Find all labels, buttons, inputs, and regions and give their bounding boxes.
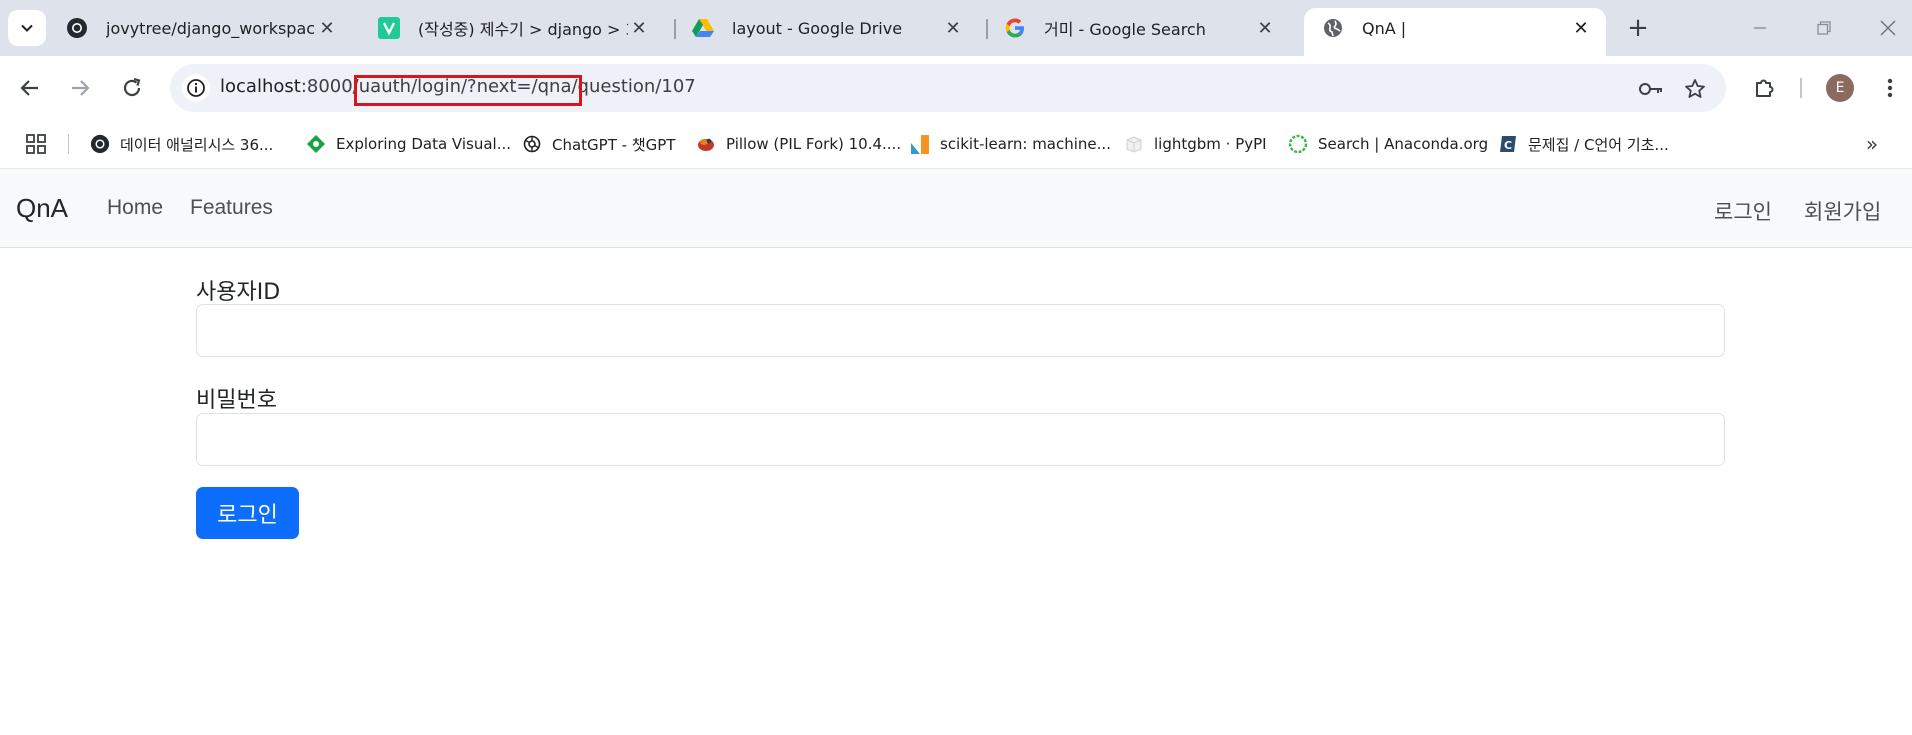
username-label: 사용자ID	[196, 280, 281, 305]
minimize-icon	[1754, 27, 1766, 29]
tab-qna-active[interactable]: QnA | ✕	[1304, 8, 1606, 56]
password-key-icon[interactable]	[1638, 76, 1664, 102]
bookmarks-bar: 데이터 애널리시스 36... Exploring Data Visual...…	[0, 120, 1912, 168]
bookmark-label: lightgbm · PyPI	[1154, 135, 1267, 153]
bookmark-item[interactable]: scikit-learn: machine...	[910, 130, 1111, 158]
new-tab-button[interactable]: +	[1622, 12, 1654, 44]
bookmark-item[interactable]: Pillow (PIL Fork) 10.4....	[696, 130, 901, 158]
restore-icon	[1817, 21, 1831, 35]
pypi-icon	[1124, 134, 1144, 154]
sklearn-icon	[910, 134, 930, 154]
tab-title: (작성중) 제수기 > django > 3	[418, 20, 628, 39]
arrow-left-icon	[20, 80, 38, 96]
bookmark-label: 문제집 / C언어 기초...	[1528, 135, 1669, 154]
browser-toolbar: localhost:8000/uauth/login/?next=/qna/qu…	[0, 56, 1912, 120]
svg-text:C: C	[1504, 139, 1512, 152]
extensions-button[interactable]	[1746, 70, 1782, 106]
menu-button[interactable]	[1872, 70, 1908, 106]
more-vert-icon	[1887, 78, 1893, 98]
bookmark-separator	[68, 134, 69, 154]
password-input[interactable]	[196, 413, 1725, 466]
nav-link-features[interactable]: Features	[190, 196, 273, 220]
tab-title: QnA |	[1362, 18, 1407, 38]
profile-avatar[interactable]: E	[1826, 74, 1854, 102]
bookmark-item[interactable]: Search | Anaconda.org	[1288, 130, 1488, 158]
close-icon[interactable]: ✕	[628, 17, 650, 39]
plus-icon: +	[1627, 13, 1649, 43]
back-button[interactable]	[12, 70, 48, 106]
url-host: localhost	[220, 76, 301, 97]
github-icon	[90, 134, 110, 154]
bookmark-label: 데이터 애널리시스 36...	[120, 135, 274, 154]
bookmark-label: Search | Anaconda.org	[1318, 135, 1489, 153]
bookmark-item[interactable]: ChatGPT - 챗GPT	[522, 130, 675, 158]
chevron-down-icon	[21, 24, 33, 32]
double-chevron-right-icon: »	[1865, 132, 1879, 156]
tab-title: 거미 - Google Search	[1044, 20, 1206, 39]
tab-google-drive[interactable]: layout - Google Drive ✕	[674, 8, 978, 48]
bookmark-label: Pillow (PIL Fork) 10.4....	[726, 135, 902, 153]
site-info-icon[interactable]	[182, 74, 210, 102]
pillow-icon	[696, 134, 716, 154]
bookmark-label: scikit-learn: machine...	[940, 135, 1111, 153]
tab-title: jovytree/django_workspace	[106, 18, 316, 38]
arrow-right-icon	[72, 80, 90, 96]
google-icon	[1004, 17, 1026, 39]
close-icon[interactable]: ✕	[1254, 17, 1276, 39]
minimize-button[interactable]	[1744, 12, 1776, 44]
apps-grid-icon[interactable]	[22, 130, 50, 158]
tab-google-search[interactable]: 거미 - Google Search ✕	[986, 8, 1290, 48]
close-icon	[1880, 20, 1896, 36]
bookmark-item[interactable]: lightgbm · PyPI	[1124, 130, 1267, 158]
nav-link-login[interactable]: 로그인	[1714, 196, 1772, 226]
tab-github[interactable]: jovytree/django_workspace ✕	[48, 8, 352, 48]
bookmark-label: Exploring Data Visual...	[336, 135, 512, 153]
restore-button[interactable]	[1808, 12, 1840, 44]
bookmark-star-icon[interactable]	[1682, 76, 1708, 102]
password-label: 비밀번호	[196, 388, 277, 413]
close-icon[interactable]: ✕	[316, 17, 338, 39]
bookmark-item[interactable]: C 문제집 / C언어 기초...	[1498, 130, 1669, 158]
nav-link-home[interactable]: Home	[107, 196, 163, 220]
green-diamond-icon	[306, 134, 326, 154]
globe-icon	[1322, 17, 1344, 39]
v-logo-icon	[378, 17, 400, 39]
close-window-button[interactable]	[1872, 12, 1904, 44]
close-icon[interactable]: ✕	[942, 17, 964, 39]
reload-button[interactable]	[114, 70, 150, 106]
url-highlight-box	[354, 75, 582, 106]
puzzle-icon	[1756, 79, 1774, 97]
login-submit-button[interactable]: 로그인	[196, 487, 299, 539]
forward-button[interactable]	[62, 70, 98, 106]
bookmark-item[interactable]: 데이터 애널리시스 36...	[90, 130, 273, 158]
bookmark-label: ChatGPT - 챗GPT	[552, 135, 676, 154]
google-drive-icon	[692, 17, 714, 39]
anaconda-icon	[1288, 134, 1308, 154]
nav-link-signup[interactable]: 회원가입	[1804, 196, 1881, 226]
bookmarks-overflow-button[interactable]: »	[1858, 130, 1886, 158]
close-icon[interactable]: ✕	[1570, 17, 1592, 39]
openai-icon	[522, 134, 542, 154]
tab-velog[interactable]: (작성중) 제수기 > django > 3 ✕	[360, 8, 664, 48]
github-icon	[66, 17, 88, 39]
bookmark-item[interactable]: Exploring Data Visual...	[306, 130, 511, 158]
c-book-icon: C	[1498, 134, 1518, 154]
tab-search-button[interactable]	[8, 10, 46, 46]
tab-title: layout - Google Drive	[732, 18, 903, 38]
tab-strip: jovytree/django_workspace ✕ (작성중) 제수기 > …	[0, 0, 1912, 56]
navbar-brand[interactable]: QnA	[16, 193, 68, 224]
toolbar-separator	[1800, 78, 1802, 98]
reload-icon	[123, 77, 141, 97]
site-navbar: QnA Home Features 로그인 회원가입	[0, 168, 1912, 248]
username-input[interactable]	[196, 304, 1725, 357]
